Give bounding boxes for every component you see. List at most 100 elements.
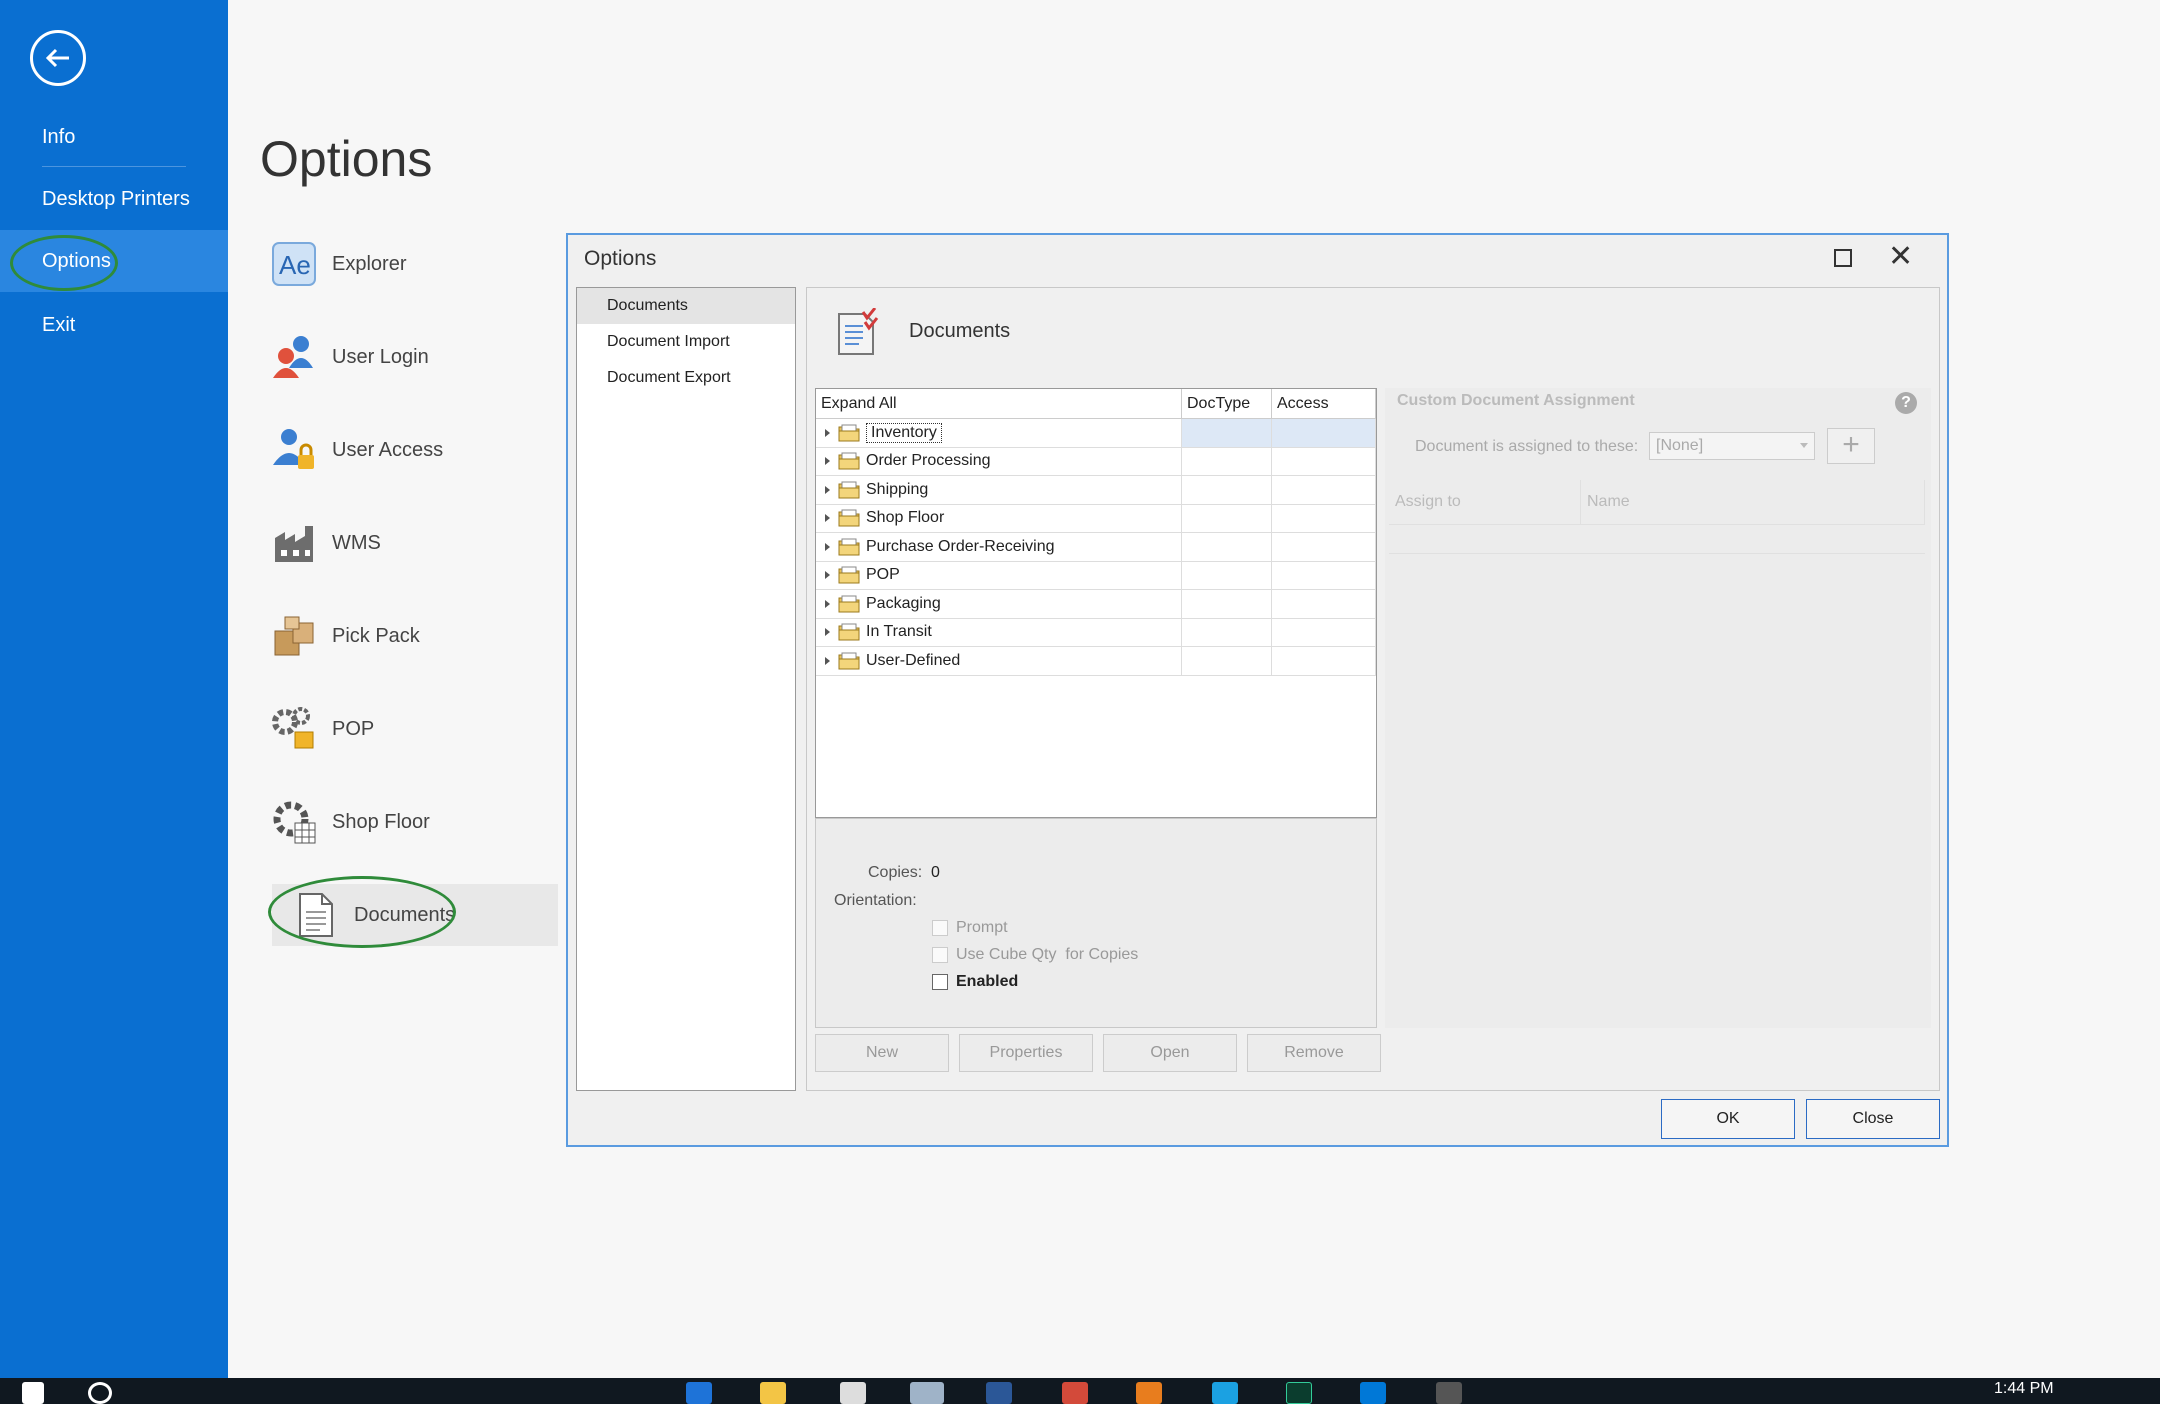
- store-icon[interactable]: [840, 1382, 866, 1404]
- close-button[interactable]: Close: [1806, 1099, 1940, 1139]
- tree-cell-doctype[interactable]: [1182, 561, 1272, 589]
- tree-cell-doctype[interactable]: [1182, 447, 1272, 475]
- category-explorer[interactable]: Ae Explorer: [270, 233, 560, 295]
- category-pick-pack[interactable]: Pick Pack: [270, 605, 560, 667]
- tree-cell-label: POP: [816, 561, 1182, 589]
- expand-arrow-icon[interactable]: [825, 599, 830, 608]
- category-wms[interactable]: WMS: [270, 512, 560, 574]
- column-doctype[interactable]: DocType: [1182, 389, 1272, 418]
- tree-row-label: User-Defined: [866, 651, 961, 669]
- tree-row[interactable]: User-Defined: [816, 647, 1376, 676]
- expand-arrow-icon[interactable]: [825, 485, 830, 494]
- open-button[interactable]: Open: [1103, 1034, 1237, 1072]
- firefox-icon[interactable]: [1136, 1382, 1162, 1404]
- ok-button[interactable]: OK: [1661, 1099, 1795, 1139]
- outlook-icon[interactable]: [1360, 1382, 1386, 1404]
- tree-cell-doctype[interactable]: [1182, 504, 1272, 532]
- assigned-select[interactable]: [None]: [1649, 432, 1815, 460]
- tree-cell-access[interactable]: [1272, 647, 1376, 675]
- tree-cell-label: Shipping: [816, 476, 1182, 504]
- tree-row-label: POP: [866, 566, 900, 584]
- enabled-checkbox[interactable]: Enabled: [932, 973, 1018, 991]
- tree-cell-access[interactable]: [1272, 419, 1376, 447]
- svg-text:Ae: Ae: [279, 250, 311, 280]
- category-shop-floor[interactable]: Shop Floor: [270, 791, 560, 853]
- prompt-checkbox[interactable]: Prompt: [932, 919, 1008, 937]
- tree-body: Inventory Order Processing Shipping Shop Fl…: [816, 419, 1376, 676]
- tree-cell-doctype[interactable]: [1182, 590, 1272, 618]
- column-name[interactable]: Name: [1581, 480, 1925, 524]
- category-user-login[interactable]: User Login: [270, 326, 560, 388]
- remove-button[interactable]: Remove: [1247, 1034, 1381, 1072]
- column-access[interactable]: Access: [1272, 389, 1376, 418]
- category-pop[interactable]: POP: [270, 698, 560, 760]
- tree-cell-access[interactable]: [1272, 476, 1376, 504]
- tree-row[interactable]: Shipping: [816, 476, 1376, 505]
- close-icon[interactable]: ✕: [1888, 239, 1913, 274]
- tree-cell-access[interactable]: [1272, 447, 1376, 475]
- dialog-nav-document-import[interactable]: Document Import: [577, 324, 795, 360]
- tree-cell-access[interactable]: [1272, 504, 1376, 532]
- chrome-icon[interactable]: [1062, 1382, 1088, 1404]
- tree-cell-doctype[interactable]: [1182, 476, 1272, 504]
- tree-cell-access[interactable]: [1272, 561, 1376, 589]
- tree-cell-label: Packaging: [816, 590, 1182, 618]
- search-icon[interactable]: [88, 1382, 112, 1404]
- tree-cell-doctype[interactable]: [1182, 618, 1272, 646]
- tree-row[interactable]: Inventory: [816, 419, 1376, 448]
- add-assignment-button[interactable]: +: [1827, 428, 1875, 464]
- expand-arrow-icon[interactable]: [825, 428, 830, 437]
- properties-button[interactable]: Properties: [959, 1034, 1093, 1072]
- cube-qty-checkbox[interactable]: Use Cube Qty for Copies: [932, 946, 1138, 964]
- column-assign-to[interactable]: Assign to: [1389, 480, 1581, 524]
- tree-row-label: Shop Floor: [866, 509, 945, 527]
- folder-icon: [838, 652, 860, 670]
- tree-row[interactable]: Order Processing: [816, 447, 1376, 476]
- tree-cell-access[interactable]: [1272, 533, 1376, 561]
- dialog-nav-documents[interactable]: Documents: [577, 288, 795, 324]
- tree-cell-access[interactable]: [1272, 618, 1376, 646]
- tree-row-label: In Transit: [866, 623, 932, 641]
- tree-row[interactable]: Packaging: [816, 590, 1376, 619]
- tree-cell-doctype[interactable]: [1182, 647, 1272, 675]
- folder-icon[interactable]: [760, 1382, 786, 1404]
- category-user-access[interactable]: User Access: [270, 419, 560, 481]
- tree-cell-label: Order Processing: [816, 447, 1182, 475]
- word-icon[interactable]: [986, 1382, 1012, 1404]
- nav-item-desktop-printers[interactable]: Desktop Printers: [0, 168, 228, 230]
- app-icon[interactable]: [910, 1382, 944, 1404]
- tree-row[interactable]: Purchase Order-Receiving: [816, 533, 1376, 562]
- expand-all-button[interactable]: Expand All: [816, 389, 1182, 418]
- expand-arrow-icon[interactable]: [825, 542, 830, 551]
- tree-row[interactable]: POP: [816, 561, 1376, 590]
- expand-arrow-icon[interactable]: [825, 656, 830, 665]
- tree-cell-doctype[interactable]: [1182, 419, 1272, 447]
- tree-row[interactable]: Shop Floor: [816, 504, 1376, 533]
- edge-icon[interactable]: [686, 1382, 712, 1404]
- folder-icon: [838, 452, 860, 470]
- dialog-nav-document-export[interactable]: Document Export: [577, 360, 795, 396]
- expand-arrow-icon[interactable]: [825, 571, 830, 580]
- expand-arrow-icon[interactable]: [825, 514, 830, 523]
- nav-item-info[interactable]: Info: [0, 106, 228, 168]
- boxes-icon: [270, 612, 318, 660]
- maximize-icon[interactable]: [1834, 249, 1852, 267]
- back-button[interactable]: [30, 30, 86, 86]
- assignment-grid-row[interactable]: [1389, 524, 1925, 554]
- tree-row[interactable]: In Transit: [816, 618, 1376, 647]
- tree-cell-doctype[interactable]: [1182, 533, 1272, 561]
- windows-start-icon[interactable]: [22, 1382, 44, 1404]
- help-icon[interactable]: ?: [1895, 392, 1917, 414]
- tree-cell-label: Purchase Order-Receiving: [816, 533, 1182, 561]
- app-icon[interactable]: [1436, 1382, 1462, 1404]
- new-button[interactable]: New: [815, 1034, 949, 1072]
- skype-icon[interactable]: [1212, 1382, 1238, 1404]
- documents-checklist-icon: [833, 307, 881, 363]
- cda-title: Custom Document Assignment: [1397, 392, 1635, 409]
- nav-item-exit[interactable]: Exit: [0, 294, 228, 356]
- custom-document-assignment: Custom Document Assignment ? Document is…: [1385, 388, 1931, 1028]
- expand-arrow-icon[interactable]: [825, 628, 830, 637]
- expand-arrow-icon[interactable]: [825, 457, 830, 466]
- tree-cell-access[interactable]: [1272, 590, 1376, 618]
- dreamweaver-icon[interactable]: [1286, 1382, 1312, 1404]
